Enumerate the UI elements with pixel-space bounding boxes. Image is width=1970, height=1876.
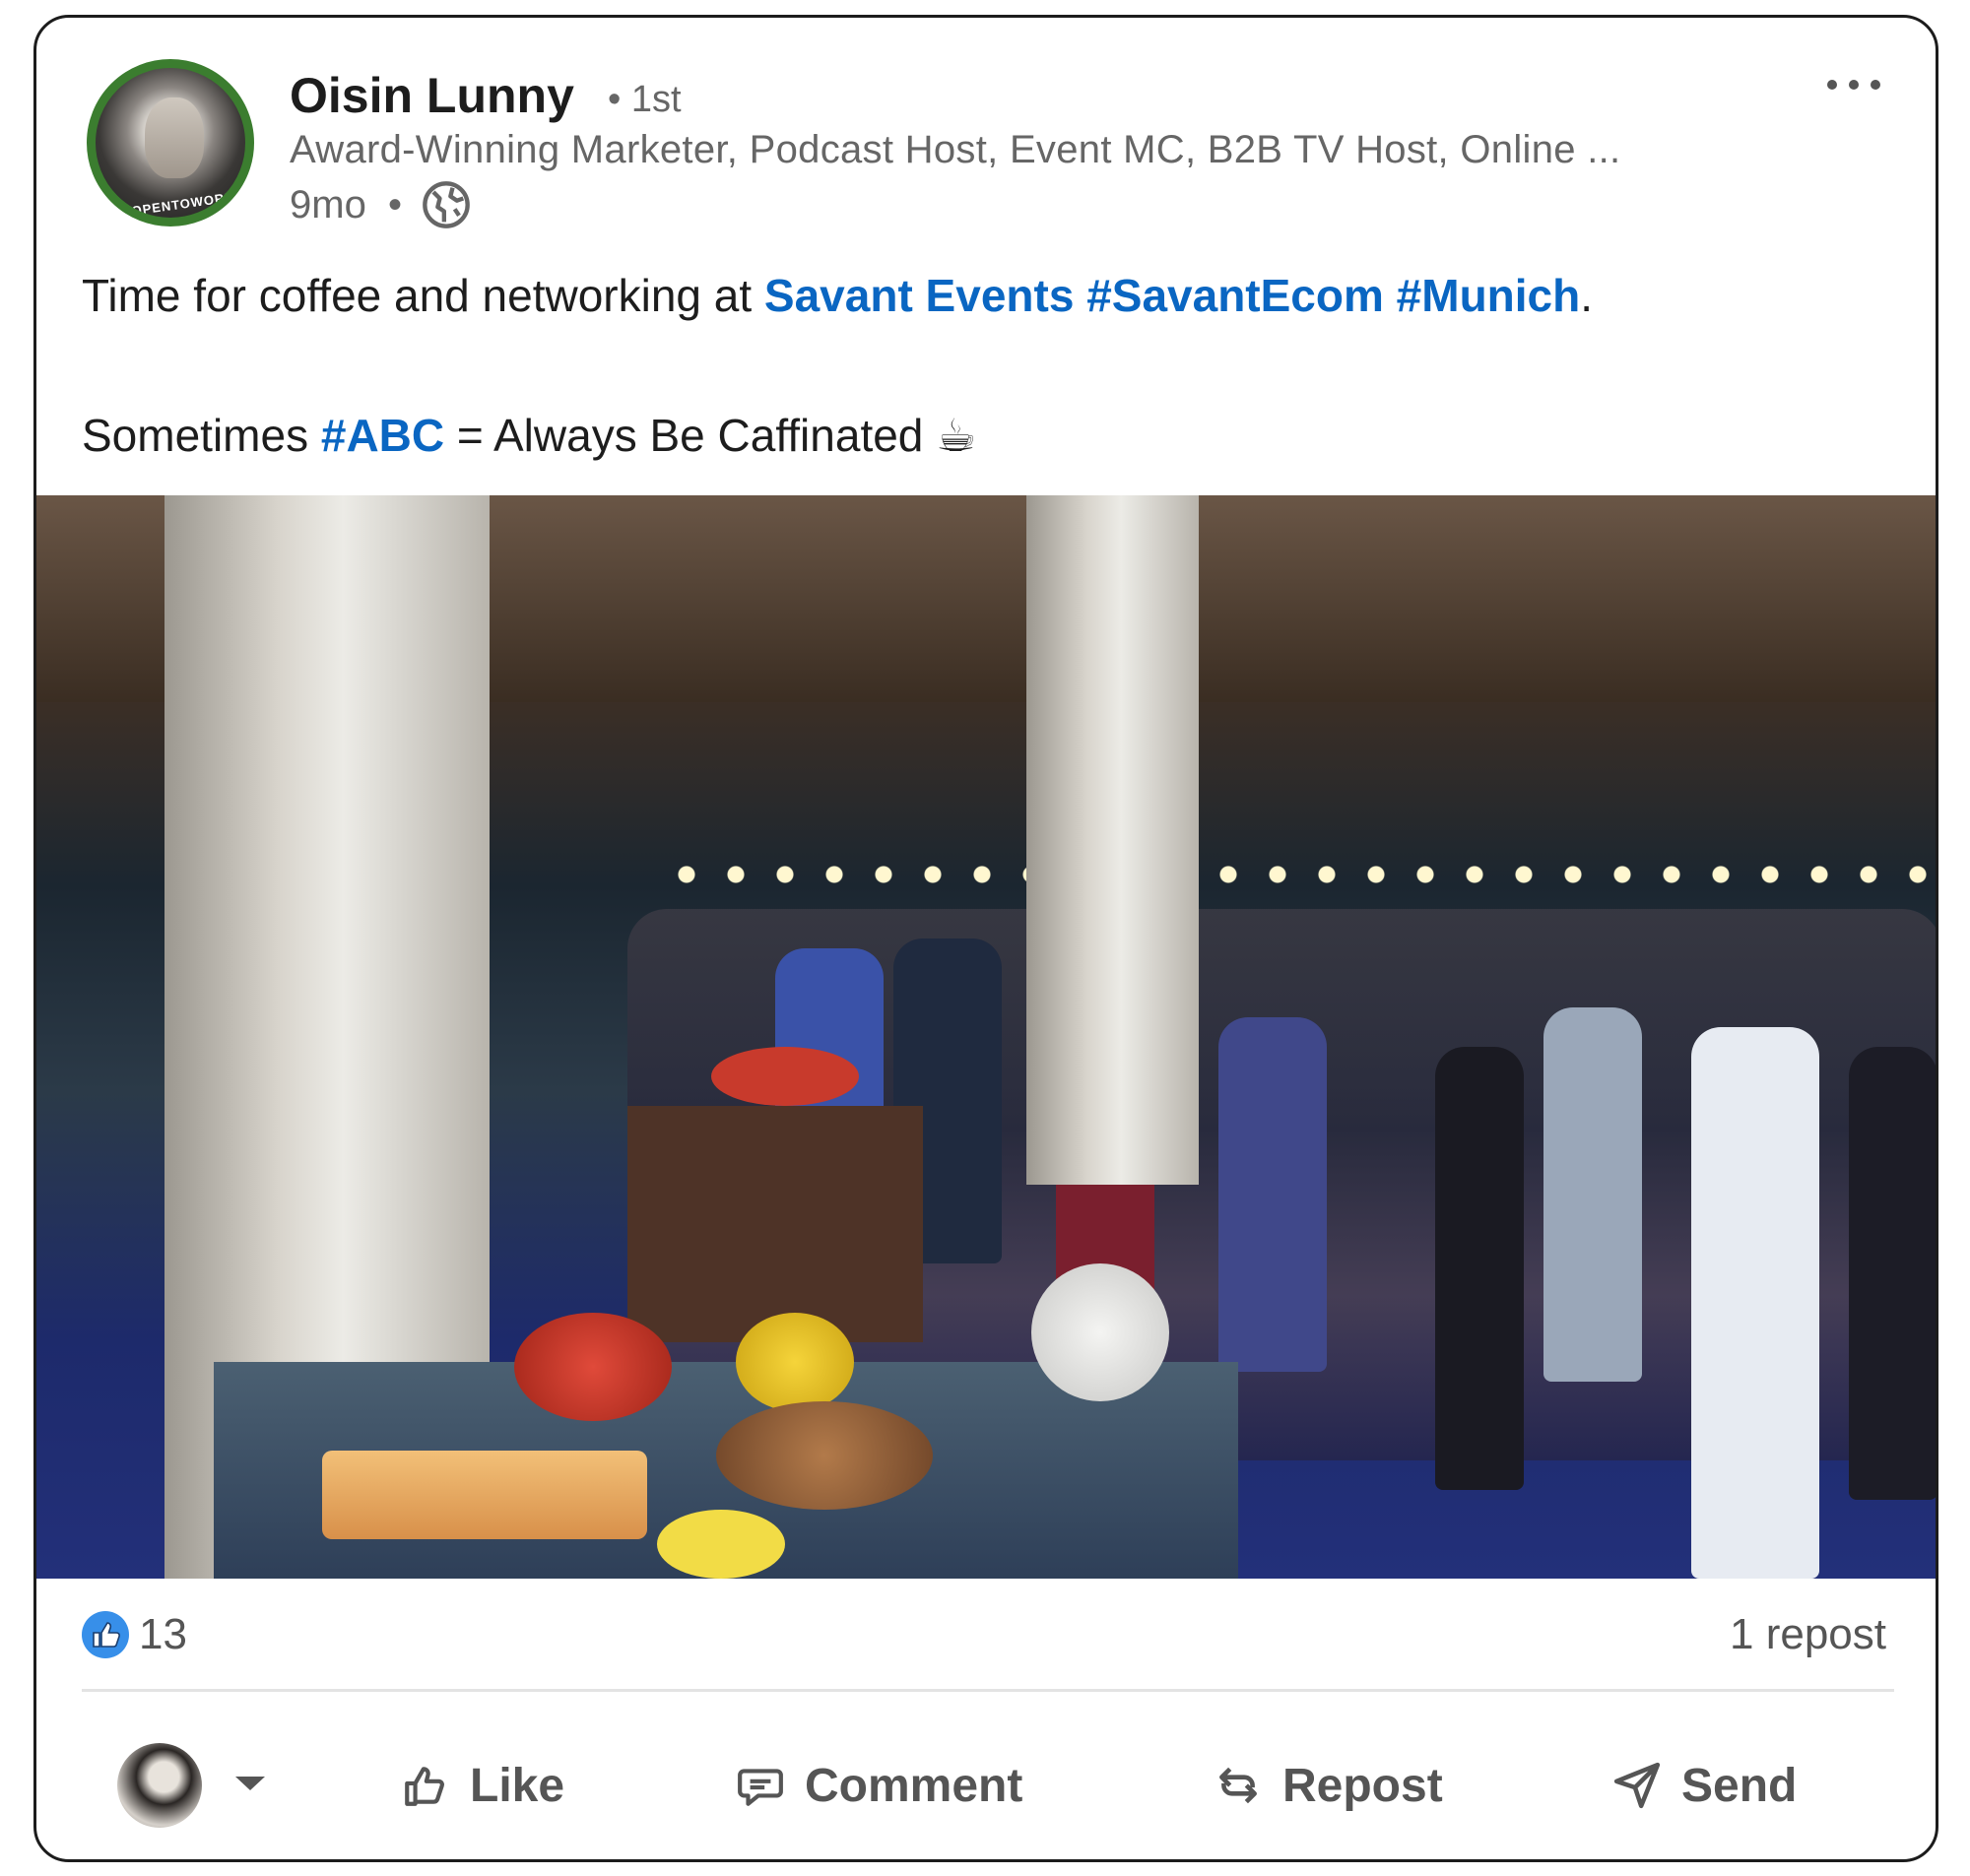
post-text-line: Time for coffee and networking at Savant… <box>82 269 1593 322</box>
video-scene-lights <box>667 860 1936 889</box>
video-scene-cake <box>716 1401 933 1510</box>
post-text: . <box>1580 270 1594 321</box>
video-scene-person <box>1543 1007 1642 1382</box>
hashtag-link[interactable]: #Munich <box>1397 270 1581 321</box>
more-icon[interactable] <box>1819 65 1888 104</box>
video-scene-bowl <box>657 1510 785 1579</box>
author-headline: Award-Winning Marketer, Podcast Host, Ev… <box>290 128 1621 171</box>
video-scene-person <box>1218 1017 1327 1372</box>
video-scene-fruit-bowl <box>711 1047 859 1106</box>
author-photo <box>145 97 204 178</box>
author-avatar[interactable]: #OPENTOWORK <box>87 59 254 226</box>
video-scene-pillar <box>1026 495 1199 1185</box>
repost-count[interactable]: 1 repost <box>1730 1610 1886 1659</box>
repost-button[interactable]: Repost <box>1214 1746 1443 1825</box>
video-scene-person <box>1691 1027 1819 1579</box>
video-scene-pastries <box>322 1451 647 1539</box>
thumbs-up-icon <box>82 1611 129 1658</box>
video-scene-person <box>1435 1047 1524 1490</box>
connection-degree: • 1st <box>608 79 682 120</box>
company-mention-link[interactable]: Savant Events <box>764 270 1074 321</box>
hashtag-link[interactable]: #SavantEcom <box>1086 270 1384 321</box>
post-text-line: Sometimes #ABC = Always Be Caffinated ☕ <box>82 409 976 462</box>
post-text: Sometimes <box>82 410 321 461</box>
comment-icon <box>738 1769 783 1806</box>
post-text: Time for coffee and networking at <box>82 270 764 321</box>
video-scene-crate <box>627 1106 923 1342</box>
reaction-count[interactable]: 13 <box>139 1610 187 1659</box>
video-scene-apples <box>514 1313 672 1421</box>
video-scene-person <box>1849 1047 1936 1500</box>
meta-separator: • <box>388 183 403 226</box>
repost-label: Repost <box>1282 1759 1443 1812</box>
divider <box>82 1689 1894 1692</box>
open-to-work-badge: #OPENTOWORK <box>122 189 236 220</box>
author-name[interactable]: Oisin Lunny <box>290 67 574 124</box>
send-button[interactable]: Send <box>1612 1746 1797 1825</box>
post-video[interactable] <box>36 495 1936 1579</box>
send-label: Send <box>1681 1759 1798 1812</box>
repost-icon <box>1219 1767 1257 1804</box>
comment-button[interactable]: Comment <box>736 1746 1022 1825</box>
thumbs-up-outline-icon <box>405 1767 444 1806</box>
hashtag-link[interactable]: #ABC <box>321 410 444 461</box>
globe-icon <box>423 181 470 228</box>
chevron-down-icon[interactable] <box>233 1774 267 1793</box>
feed-post-card: #OPENTOWORK Oisin Lunny • 1st Award-Winn… <box>33 15 1938 1862</box>
video-scene-cups <box>1031 1263 1169 1401</box>
like-button[interactable]: Like <box>401 1746 564 1825</box>
video-scene-lemons <box>736 1313 854 1411</box>
send-icon <box>1613 1762 1661 1809</box>
post-timestamp: 9mo <box>290 183 366 226</box>
comment-label: Comment <box>805 1759 1023 1812</box>
like-label: Like <box>470 1759 565 1812</box>
actor-avatar[interactable] <box>117 1743 202 1828</box>
post-text: = Always Be Caffinated ☕ <box>444 410 977 461</box>
